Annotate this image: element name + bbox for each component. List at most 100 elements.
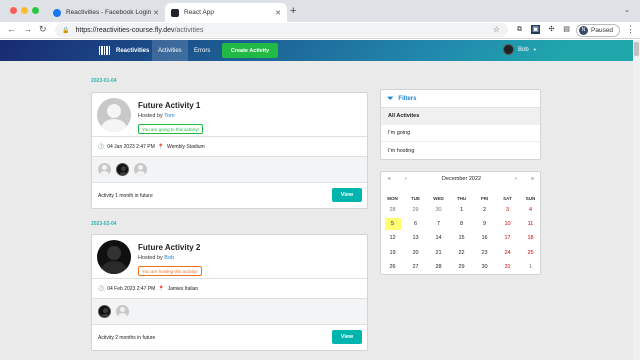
calendar-day[interactable]: 31 [500,261,516,273]
extension-icon[interactable]: ▣ [531,25,540,34]
calendar-day[interactable]: 6 [408,218,424,230]
calendar-day[interactable]: 28 [431,261,447,273]
zoom-window-button[interactable] [32,7,39,14]
calendar-weekday: SUN [525,196,536,201]
calendar-day[interactable]: 14 [431,232,447,244]
activity-card: Future Activity 1 Hosted by Tom You are … [91,92,368,209]
attendee-avatar[interactable] [98,163,111,176]
create-activity-button[interactable]: Create Activity [222,43,278,58]
hosted-by: Hosted by Tom [138,113,175,119]
side-panel-icon[interactable]: ▤ [562,25,571,34]
calendar-day[interactable]: 24 [500,247,516,259]
calendar-day[interactable]: 3 [500,204,516,216]
minimize-window-button[interactable] [21,7,28,14]
host-link[interactable]: Bob [164,255,174,261]
calendar-day[interactable]: 28 [385,204,401,216]
date-calendar: « ‹ December 2022 › » MON TUE WED THU FRI SAT… [380,171,541,275]
calendar-day[interactable]: 19 [385,247,401,259]
group-date-header: 2023-02-04 [91,221,117,227]
calendar-day[interactable]: 11 [523,218,539,230]
calendar-weekday: FRI [480,196,489,201]
calendar-day[interactable]: 26 [385,261,401,273]
bookmark-star-icon[interactable]: ☆ [493,25,500,34]
calendar-day[interactable]: 7 [431,218,447,230]
calendar-day[interactable]: 22 [454,247,470,259]
page-scrollbar[interactable] [633,40,640,360]
calendar-day[interactable]: 8 [454,218,470,230]
filter-hosting[interactable]: I'm hosting [381,142,540,159]
tab-label: Reactivities - Facebook Login [66,9,152,16]
status-badge: You are going to this activity! [138,124,204,134]
status-badge: You are hosting this activity! [138,266,202,276]
filters-title: Filters [398,95,417,102]
map-marker-icon: 📍 [157,143,165,150]
calendar-day[interactable]: 1 [454,204,470,216]
calendar-day[interactable]: 16 [477,232,493,244]
calendar-day[interactable]: 20 [408,247,424,259]
filter-all-activities[interactable]: All Activites [381,108,540,125]
app-navbar: Reactivities Activities Errors Create Ac… [0,40,633,61]
activity-meta: 🕑 04 Feb 2023 2:47 PM 📍 Jamies Italian [92,279,367,299]
calendar-day[interactable]: 30 [431,204,447,216]
close-tab-icon[interactable]: ✕ [275,9,281,17]
brand-link[interactable]: Reactivities [99,40,149,61]
user-name: Bob [518,46,529,53]
profile-button[interactable]: N Paused [576,24,620,37]
calendar-day[interactable]: 27 [408,261,424,273]
calendar-day[interactable]: 15 [454,232,470,244]
close-tab-icon[interactable]: ✕ [153,9,159,17]
attendee-avatar[interactable] [134,163,147,176]
view-button[interactable]: View [332,330,362,344]
host-link[interactable]: Tom [164,113,174,119]
browser-tab-react-app[interactable]: React App ✕ [165,3,287,22]
profile-label: Paused [591,27,614,34]
calendar-month-label[interactable]: December 2022 [381,176,542,182]
nav-errors[interactable]: Errors [188,40,216,61]
next-month-button[interactable]: › [515,176,517,182]
host-avatar [97,240,131,274]
calendar-day[interactable]: 30 [477,261,493,273]
new-tab-icon[interactable]: + [290,5,296,17]
back-icon[interactable]: ← [7,24,16,34]
user-menu[interactable]: Bob ▼ [503,44,537,55]
group-date-header: 2023-01-04 [91,78,117,84]
nav-activities[interactable]: Activities [152,40,188,61]
calendar-day[interactable]: 29 [454,261,470,273]
address-bar[interactable]: 🔒 https://reactivities-course.fly.dev/ac… [55,23,508,37]
reload-icon[interactable]: ↻ [39,24,47,35]
filter-going[interactable]: I'm going [381,125,540,142]
calendar-day[interactable]: 21 [431,247,447,259]
calendar-day[interactable]: 17 [500,232,516,244]
extensions-puzzle-icon[interactable]: ✣ [547,25,556,34]
browser-tab-facebook[interactable]: Reactivities - Facebook Login ✕ [47,3,165,22]
calendar-day[interactable]: 2 [477,204,493,216]
close-window-button[interactable] [10,7,17,14]
attendee-list [92,157,367,183]
calendar-day[interactable]: 13 [408,232,424,244]
calendar-day[interactable]: 18 [523,232,539,244]
more-options-icon[interactable]: ⋮ [626,24,635,35]
calendar-day[interactable]: 5 [384,218,401,231]
clock-icon: 🕑 [98,285,105,292]
next-year-button[interactable]: » [531,176,534,182]
activity-title[interactable]: Future Activity 1 [138,101,200,110]
calendar-day[interactable]: 12 [385,232,401,244]
calendar-day[interactable]: 25 [523,247,539,259]
attendee-avatar[interactable] [116,305,129,318]
attendee-avatar[interactable] [98,305,111,318]
tab-search-chevron-icon[interactable]: ⌄ [624,6,630,14]
activity-title[interactable]: Future Activity 2 [138,243,200,252]
calendar-day[interactable]: 1 [523,261,539,273]
calendar-day[interactable]: 4 [523,204,539,216]
extension-icon[interactable]: ⧉ [515,25,524,34]
view-button[interactable]: View [332,188,362,202]
calendar-day[interactable]: 23 [477,247,493,259]
scrollbar-thumb[interactable] [634,42,639,56]
forward-icon[interactable]: → [23,24,32,34]
clock-icon: 🕑 [98,143,105,150]
browser-toolbar: ← → ↻ 🔒 https://reactivities-course.fly.… [0,22,640,39]
calendar-day[interactable]: 10 [500,218,516,230]
attendee-avatar[interactable] [116,163,129,176]
calendar-day[interactable]: 9 [477,218,493,230]
calendar-day[interactable]: 29 [408,204,424,216]
